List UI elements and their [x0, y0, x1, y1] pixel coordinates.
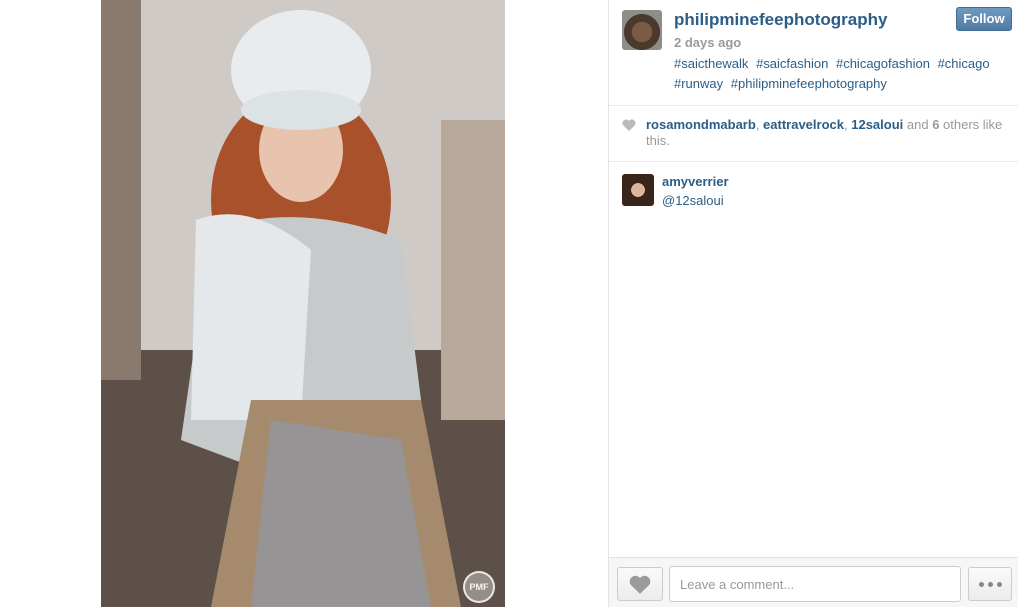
hashtag-link[interactable]: #saicfashion: [756, 56, 828, 71]
more-options-button[interactable]: [968, 567, 1012, 601]
likes-section: rosamondmabarb, eattravelrock, 12saloui …: [609, 106, 1018, 162]
comment-item: amyverrier @12saloui: [609, 162, 1018, 222]
comment-username[interactable]: amyverrier: [662, 174, 729, 189]
liker-link[interactable]: eattravelrock: [763, 117, 844, 132]
comment-text[interactable]: @12saloui: [662, 193, 724, 208]
runway-model-illustration: [101, 0, 505, 607]
follow-button[interactable]: Follow: [956, 7, 1012, 31]
liker-link[interactable]: rosamondmabarb: [646, 117, 756, 132]
post-sidebar: philipminefeephotography Follow 2 days a…: [608, 0, 1018, 607]
post-photo[interactable]: [101, 0, 505, 607]
hashtag-link[interactable]: #saicthewalk: [674, 56, 748, 71]
liker-link[interactable]: 12saloui: [851, 117, 903, 132]
likes-separator: ,: [755, 117, 764, 132]
likes-text: rosamondmabarb, eattravelrock, 12saloui …: [646, 117, 1006, 149]
comment-footer: [609, 557, 1018, 607]
post-username[interactable]: philipminefeephotography: [674, 10, 887, 30]
heart-icon: [629, 575, 651, 594]
more-dots-icon: [978, 581, 984, 587]
hashtag-link[interactable]: #philipminefeephotography: [731, 76, 887, 91]
avatar[interactable]: [622, 10, 662, 50]
like-button[interactable]: [617, 567, 663, 601]
likes-and: and: [903, 117, 933, 132]
more-dots-icon: [987, 581, 993, 587]
heart-icon: [622, 119, 636, 131]
comment-input[interactable]: [669, 566, 961, 602]
watermark-logo: PMF: [463, 571, 495, 603]
hashtag-link[interactable]: #runway: [674, 76, 723, 91]
hashtag-link[interactable]: #chicago: [938, 56, 990, 71]
photo-pane: PMF: [0, 0, 608, 607]
post-caption: #saicthewalk #saicfashion #chicagofashio…: [674, 54, 1009, 94]
hashtag-link[interactable]: #chicagofashion: [836, 56, 930, 71]
post-timestamp[interactable]: 2 days ago: [674, 35, 741, 50]
more-dots-icon: [996, 581, 1002, 587]
avatar[interactable]: [622, 174, 654, 206]
post-header: philipminefeephotography Follow 2 days a…: [609, 0, 1018, 106]
